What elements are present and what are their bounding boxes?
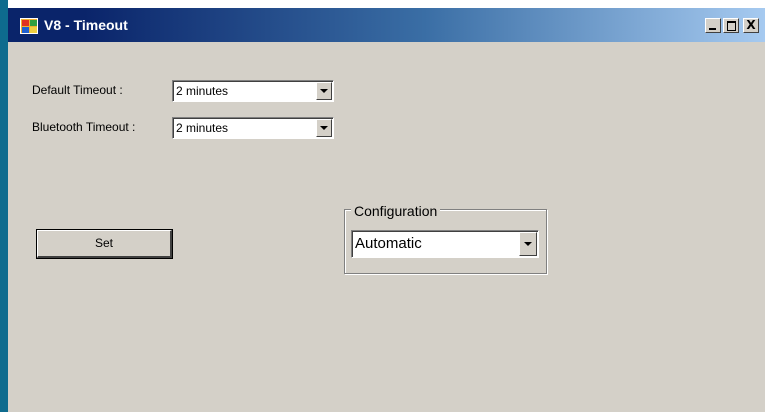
configuration-value: Automatic — [355, 235, 422, 252]
chevron-down-icon — [320, 126, 328, 130]
default-timeout-dropdown[interactable]: 2 minutes — [172, 80, 334, 102]
configuration-dropdown[interactable]: Automatic — [351, 230, 539, 258]
bluetooth-timeout-dropdown[interactable]: 2 minutes — [172, 117, 334, 139]
default-timeout-dropdown-button[interactable] — [316, 82, 332, 100]
configuration-legend: Configuration — [351, 203, 441, 219]
app-window-icon[interactable] — [20, 18, 38, 34]
default-timeout-label: Default Timeout : — [32, 83, 123, 97]
bluetooth-timeout-dropdown-button[interactable] — [316, 119, 332, 137]
chevron-down-icon — [524, 242, 532, 246]
chevron-down-icon — [320, 89, 328, 93]
close-button[interactable]: X — [743, 18, 759, 33]
minimize-icon — [709, 28, 716, 30]
bluetooth-timeout-label: Bluetooth Timeout : — [32, 120, 136, 134]
set-button[interactable]: Set — [36, 229, 173, 259]
title-bar[interactable]: V8 - Timeout X — [8, 8, 765, 42]
maximize-icon — [727, 21, 736, 31]
desktop-background-strip — [0, 0, 8, 412]
default-timeout-value: 2 minutes — [176, 84, 229, 98]
configuration-dropdown-button[interactable] — [519, 232, 537, 256]
bluetooth-timeout-value: 2 minutes — [176, 121, 229, 135]
window-title: V8 - Timeout — [44, 17, 128, 33]
minimize-button[interactable] — [705, 18, 721, 33]
maximize-button[interactable] — [723, 18, 739, 33]
close-icon: X — [746, 18, 756, 32]
app-window: V8 - Timeout X Default Timeout : 2 minut… — [8, 8, 765, 412]
